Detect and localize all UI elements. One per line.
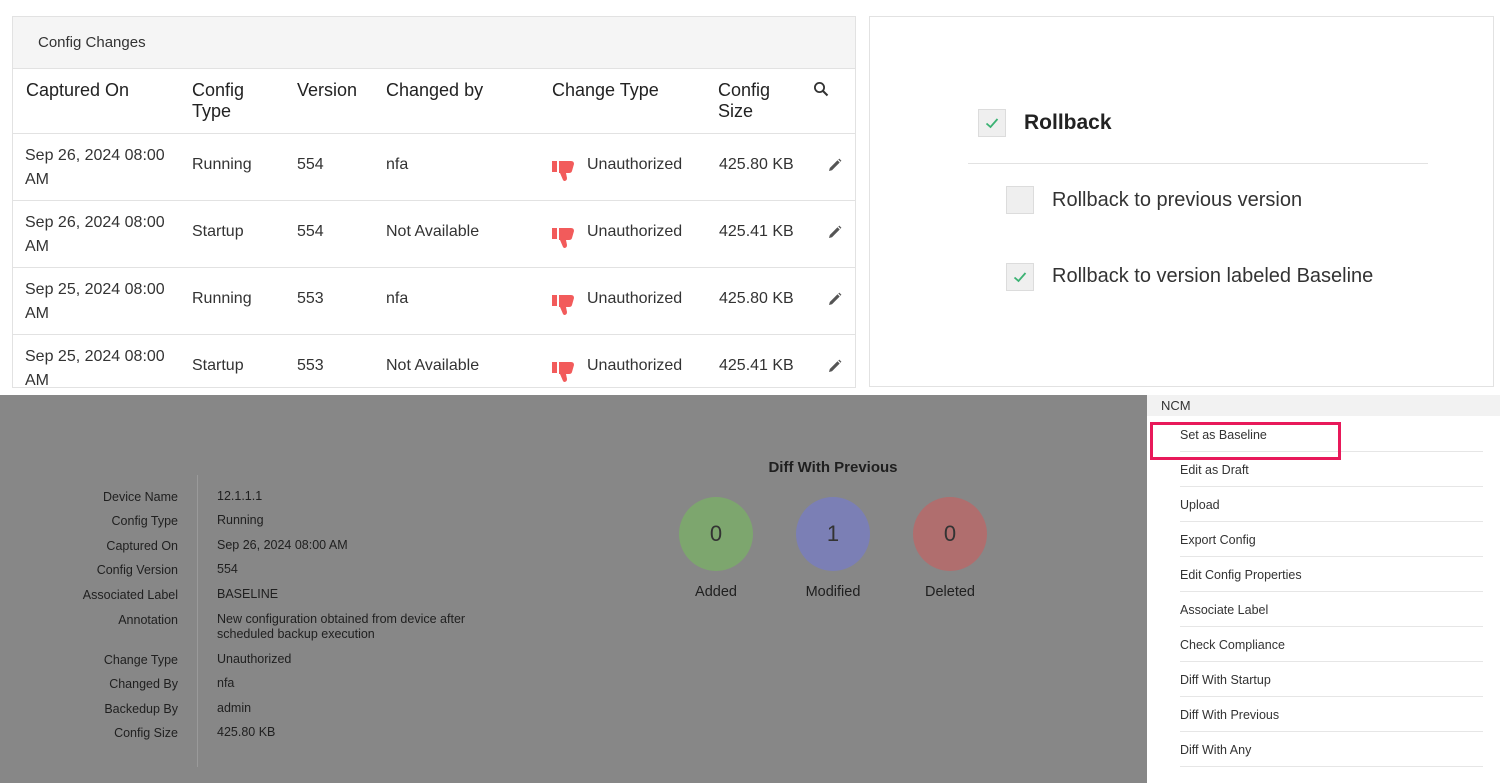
column-captured-on[interactable]: Captured On [26, 80, 129, 101]
detail-value: nfa [217, 676, 235, 690]
menu-item-diff-with-any[interactable]: Diff With Any [1180, 732, 1483, 767]
diff-deleted-circle[interactable]: 0 [913, 497, 987, 571]
config-changes-title: Config Changes [13, 17, 855, 69]
diff-deleted-label: Deleted [925, 584, 975, 600]
detail-label: Annotation [118, 613, 178, 627]
captured-on-cell: Sep 26, 2024 08:00 AM [25, 214, 165, 255]
diff-added-label: Added [695, 584, 737, 600]
detail-value: BASELINE [217, 587, 279, 601]
column-config-size[interactable]: Config Size [718, 80, 788, 122]
menu-item-diff-with-previous[interactable]: Diff With Previous [1180, 697, 1483, 732]
table-body: Sep 26, 2024 08:00 AM Running 554 nfa Unauth… [13, 134, 855, 388]
table-row[interactable]: Sep 25, 2024 08:00 AM Running 553 nfa Unauth… [13, 268, 855, 335]
detail-value: Running [217, 513, 264, 527]
captured-on-cell: Sep 25, 2024 08:00 AM [25, 348, 165, 388]
changed-by-cell: nfa [386, 156, 409, 173]
version-cell: 554 [297, 156, 324, 173]
detail-label: Device Name [102, 490, 178, 504]
detail-label: Config Version [96, 563, 178, 577]
check-icon [985, 118, 999, 129]
changed-by-cell: Not Available [386, 223, 480, 240]
menu-item-upload[interactable]: Upload [1180, 487, 1483, 522]
rollback-checkbox[interactable] [978, 109, 1006, 137]
config-size-cell: 425.80 KB [719, 156, 794, 173]
thumbs-down-icon [552, 362, 574, 382]
change-type-cell: Unauthorized [587, 156, 683, 173]
changed-by-cell: nfa [386, 290, 409, 307]
rollback-baseline-label[interactable]: Rollback to version labeled Baseline [1052, 265, 1373, 288]
detail-value: 425.80 KB [217, 725, 276, 739]
version-cell: 554 [297, 223, 324, 240]
column-change-type[interactable]: Change Type [552, 80, 659, 101]
config-type-cell: Startup [192, 357, 244, 374]
diff-modified-circle[interactable]: 1 [796, 497, 870, 571]
config-size-cell: 425.41 KB [719, 357, 794, 374]
detail-value: Unauthorized [217, 652, 292, 666]
change-type-cell: Unauthorized [587, 357, 683, 374]
thumbs-down-icon [552, 161, 574, 181]
detail-label: Change Type [103, 653, 178, 667]
thumbs-down-icon [552, 228, 574, 248]
config-size-cell: 425.41 KB [719, 223, 794, 240]
diff-title: Diff With Previous [768, 459, 898, 476]
rollback-title: Rollback [1024, 111, 1112, 134]
table-row[interactable]: Sep 26, 2024 08:00 AM Running 554 nfa Unauth… [13, 134, 855, 201]
detail-label: Changed By [109, 677, 178, 691]
menu-item-associate-label[interactable]: Associate Label [1180, 592, 1483, 627]
config-type-cell: Startup [192, 223, 244, 240]
captured-on-cell: Sep 25, 2024 08:00 AM [25, 281, 165, 322]
config-type-cell: Running [192, 290, 252, 307]
detail-value: 554 [217, 562, 238, 576]
details-separator [197, 475, 198, 767]
diff-modified-label: Modified [805, 584, 861, 600]
rollback-baseline-checkbox[interactable] [1006, 263, 1034, 291]
column-changed-by[interactable]: Changed by [386, 80, 483, 101]
config-size-cell: 425.80 KB [719, 290, 794, 307]
menu-item-diff-with-startup[interactable]: Diff With Startup [1180, 662, 1483, 697]
detail-label: Backedup By [104, 702, 178, 716]
divider [968, 163, 1428, 164]
pencil-icon[interactable] [827, 225, 842, 240]
table-row[interactable]: Sep 25, 2024 08:00 AM Startup 553 Not Avail… [13, 335, 855, 388]
detail-label: Config Size [114, 726, 178, 740]
version-cell: 553 [297, 290, 324, 307]
detail-value: Sep 26, 2024 08:00 AM [217, 538, 348, 552]
ncm-menu-header: NCM [1147, 395, 1500, 416]
changed-by-cell: Not Available [386, 357, 480, 374]
rollback-previous-checkbox[interactable] [1006, 186, 1034, 214]
detail-value: admin [217, 701, 252, 715]
search-icon[interactable] [813, 81, 829, 97]
column-version[interactable]: Version [297, 80, 357, 101]
pencil-icon[interactable] [827, 292, 842, 307]
highlight-box [1150, 422, 1341, 460]
detail-label: Config Type [111, 514, 178, 528]
version-cell: 553 [297, 357, 324, 374]
config-changes-panel: Config Changes Captured On Config Type V… [12, 16, 856, 388]
diff-added-circle[interactable]: 0 [679, 497, 753, 571]
table-header: Captured On Config Type Version Changed … [13, 69, 855, 134]
pencil-icon[interactable] [827, 158, 842, 173]
menu-item-export-config[interactable]: Export Config [1180, 522, 1483, 557]
thumbs-down-icon [552, 295, 574, 315]
menu-item-check-compliance[interactable]: Check Compliance [1180, 627, 1483, 662]
config-details-overlay: Device Name 12.1.1.1 Config Type Running Cap… [0, 395, 1147, 783]
change-type-cell: Unauthorized [587, 290, 683, 307]
captured-on-cell: Sep 26, 2024 08:00 AM [25, 147, 165, 188]
rollback-panel: Rollback Rollback to previous version Ro… [869, 16, 1494, 387]
detail-label: Captured On [106, 539, 178, 553]
detail-value: New configuration obtained from device a… [217, 612, 466, 641]
change-type-cell: Unauthorized [587, 223, 683, 240]
config-type-cell: Running [192, 156, 252, 173]
pencil-icon[interactable] [827, 359, 842, 374]
detail-value: 12.1.1.1 [217, 489, 263, 503]
menu-item-edit-config-properties[interactable]: Edit Config Properties [1180, 557, 1483, 592]
check-icon [1013, 272, 1027, 283]
detail-label: Associated Label [82, 588, 178, 602]
rollback-previous-label[interactable]: Rollback to previous version [1052, 189, 1302, 212]
column-config-type[interactable]: Config Type [192, 80, 262, 122]
table-row[interactable]: Sep 26, 2024 08:00 AM Startup 554 Not Avail… [13, 201, 855, 268]
